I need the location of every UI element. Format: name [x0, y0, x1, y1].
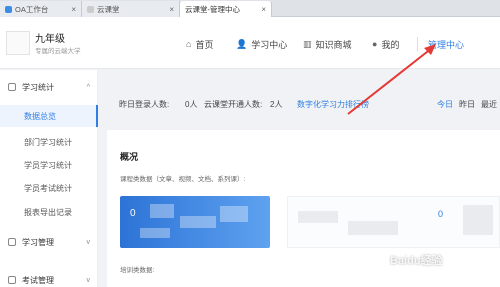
nav-label: 管理中心 [428, 39, 465, 50]
person-icon: ● [372, 39, 378, 49]
sidebar-group-label: 考试管理 [22, 275, 54, 285]
chevron-up-icon: ^ [86, 83, 90, 91]
exam-icon [8, 276, 16, 284]
blurred-block [298, 211, 338, 223]
sidebar-item-student-exam[interactable]: 学员考试统计 [0, 177, 98, 199]
sidebar-item-label: 报表导出记录 [24, 207, 72, 217]
nav-mine[interactable]: ● 我的 [372, 37, 399, 51]
browser-tab-bar: OA工作台 × 云课堂 × 云课堂-管理中心 × [0, 0, 500, 17]
range-recent-tab[interactable]: 最近 [481, 99, 497, 110]
overview-title: 概况 [120, 152, 139, 162]
sidebar-group-learning-mgmt[interactable]: 学习管理 v [0, 231, 98, 253]
browser-tab-cloud[interactable]: 云课堂 × [82, 1, 180, 17]
nav-divider [417, 37, 418, 51]
nav-home[interactable]: ⌂ 首页 [186, 37, 213, 51]
training-data-label: 培训类数据: [120, 267, 155, 274]
sidebar-group-exam-mgmt[interactable]: 考试管理 v [0, 269, 98, 287]
secondary-stat-value: 0 [438, 209, 444, 219]
chevron-down-icon: v [86, 238, 91, 246]
course-data-label: 课程类数据（文章、视频、文档、系列课）: [120, 176, 246, 183]
chevron-down-icon: v [86, 276, 91, 284]
blurred-block [140, 228, 170, 238]
org-name: 九年级 [35, 34, 65, 45]
nav-label: 我的 [381, 39, 400, 50]
watermark: Baidu经验 [390, 255, 443, 267]
nav-label: 首页 [195, 39, 214, 50]
chart-icon [8, 83, 16, 91]
blurred-block [180, 216, 216, 228]
cloud-users-label: 云课堂开通人数: [204, 100, 263, 109]
close-icon[interactable]: × [169, 5, 174, 14]
tab-label: 云课堂 [97, 4, 120, 14]
blurred-block [220, 206, 248, 222]
nav-admin-center[interactable]: 管理中心 [428, 37, 464, 51]
nav-label: 学习中心 [251, 39, 288, 50]
oa-favicon-icon [5, 5, 12, 13]
sidebar-item-label: 学员考试统计 [24, 183, 72, 193]
close-icon[interactable]: × [261, 5, 266, 14]
sidebar-group-label: 学习管理 [22, 237, 54, 247]
tab-label: 云课堂-管理中心 [185, 4, 240, 14]
blurred-block [463, 205, 493, 235]
sidebar-item-label: 部门学习统计 [24, 137, 72, 147]
nav-learning-center[interactable]: 👤 学习中心 [236, 37, 287, 51]
browser-tab-oa[interactable]: OA工作台 × [0, 1, 82, 17]
cloud-users-value: 2人 [270, 100, 283, 109]
course-stat-value: 0 [130, 208, 136, 219]
leaderboard-link[interactable]: 数字化学习力排行榜 [297, 99, 369, 110]
secondary-stat-tile[interactable]: 0 [287, 196, 500, 248]
sidebar-item-label: 学员学习统计 [24, 160, 72, 170]
user-icon: 👤 [236, 38, 248, 49]
tab-label: OA工作台 [15, 4, 49, 14]
course-stat-tile[interactable]: 0 [120, 196, 270, 248]
org-subtitle: 专属的云端大学 [35, 48, 81, 55]
sidebar-item-dept-stats[interactable]: 部门学习统计 [0, 131, 98, 153]
stats-bar: 昨日登录人数: 0人 云课堂开通人数: 2人 数字化学习力排行榜 今日 昨日 最… [107, 96, 500, 112]
books-icon: ▥ [303, 38, 312, 49]
sidebar-group-label: 学习统计 [22, 82, 54, 92]
home-icon: ⌂ [186, 39, 192, 49]
browser-tab-admin[interactable]: 云课堂-管理中心 × [180, 1, 272, 17]
sidebar-item-label: 数据总览 [24, 111, 56, 121]
sidebar-item-report-export[interactable]: 报表导出记录 [0, 201, 98, 223]
yesterday-logins-value: 0人 [185, 100, 198, 109]
nav-label: 知识商城 [315, 39, 352, 50]
cloud-favicon-icon [87, 5, 94, 13]
range-yesterday-tab[interactable]: 昨日 [459, 99, 475, 110]
blurred-block [150, 204, 174, 218]
close-icon[interactable]: × [71, 5, 76, 14]
sidebar: 学习统计 ^ 数据总览 部门学习统计 学员学习统计 学员考试统计 报表导出记录 … [0, 70, 98, 287]
sidebar-item-data-overview[interactable]: 数据总览 [0, 105, 98, 127]
book-icon [8, 238, 16, 246]
yesterday-logins-label: 昨日登录人数: [119, 100, 170, 109]
org-logo [6, 31, 30, 55]
sidebar-group-learning-stats[interactable]: 学习统计 ^ [0, 76, 98, 98]
app-header: 九年级 专属的云端大学 ⌂ 首页 👤 学习中心 ▥ 知识商城 ● 我的 管理中心 [0, 17, 500, 69]
range-today-tab[interactable]: 今日 [437, 99, 453, 110]
blurred-block [348, 221, 398, 235]
nav-knowledge-mall[interactable]: ▥ 知识商城 [303, 37, 352, 51]
sidebar-item-student-learning[interactable]: 学员学习统计 [0, 154, 98, 176]
